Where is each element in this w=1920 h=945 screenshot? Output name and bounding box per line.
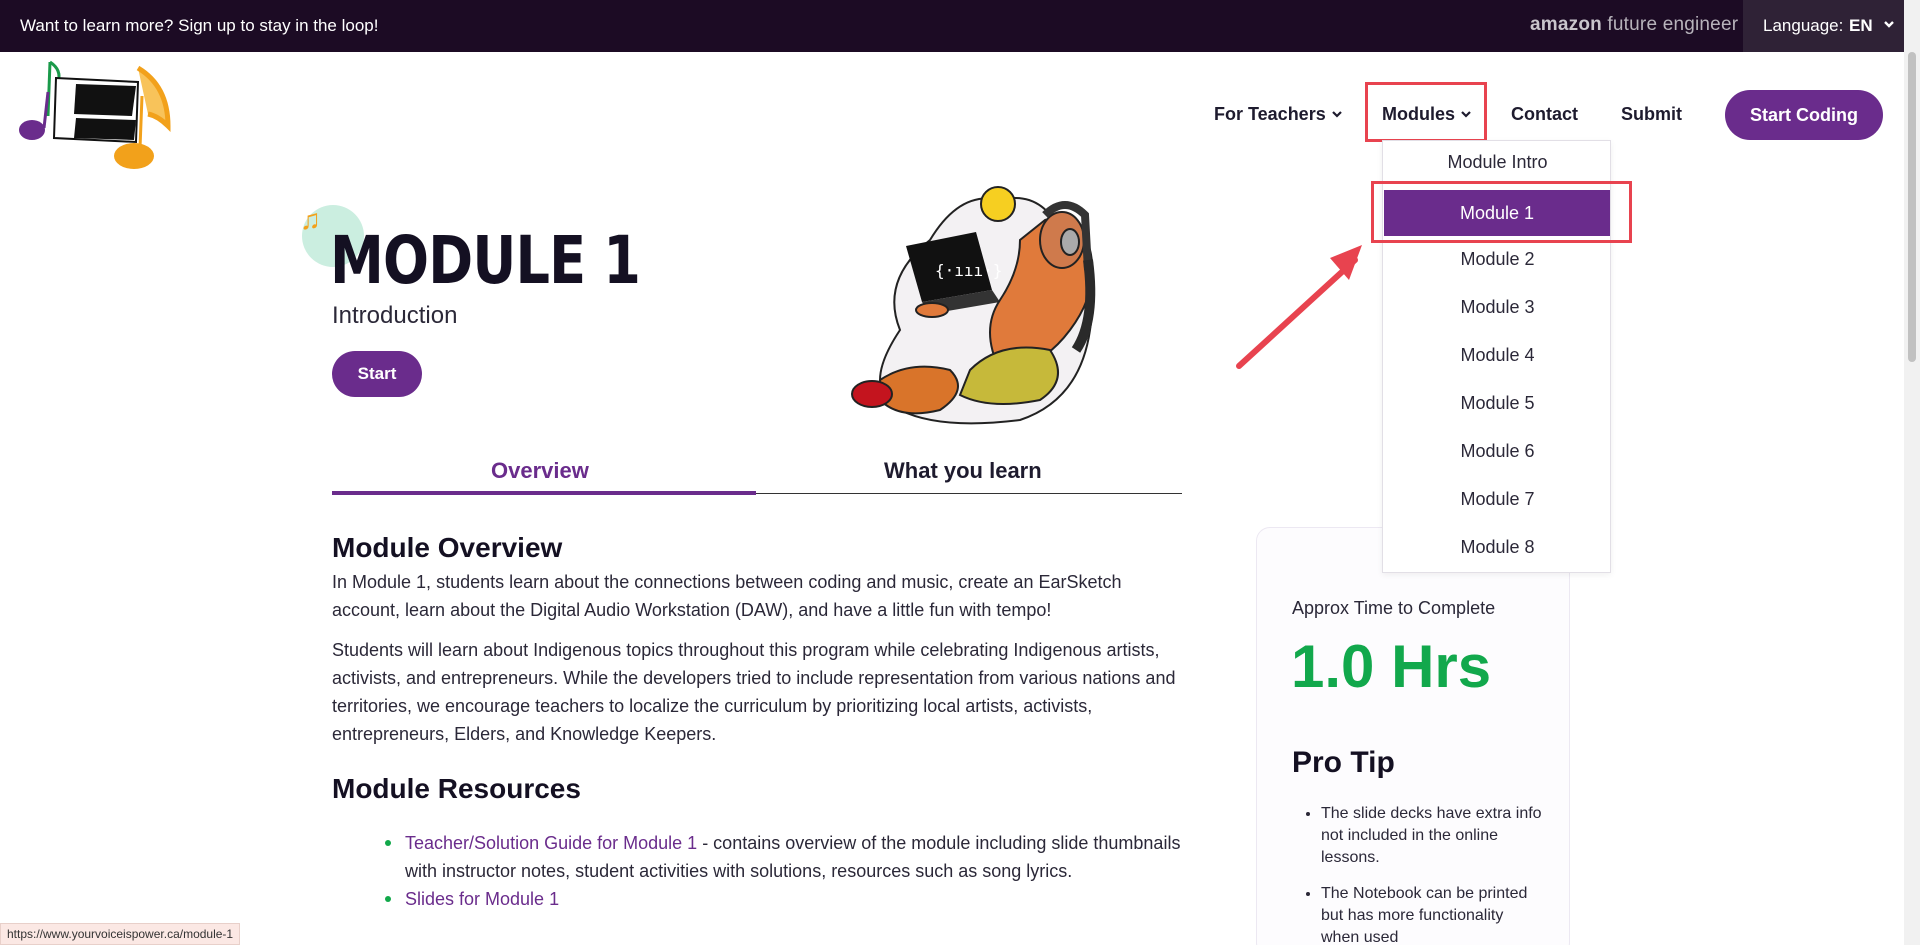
chevron-down-icon (1883, 14, 1895, 39)
dropdown-item-module-3[interactable]: Module 3 (1383, 297, 1612, 318)
page-title: MODULE 1 (330, 222, 641, 299)
resources-list: Teacher/Solution Guide for Module 1 - co… (385, 829, 1185, 913)
slides-link[interactable]: Slides for Module 1 (405, 889, 559, 909)
bullet-icon (385, 896, 391, 902)
start-button[interactable]: Start (332, 351, 422, 397)
module-overview-heading: Module Overview (332, 532, 563, 563)
dropdown-item-module-4[interactable]: Module 4 (1383, 345, 1612, 366)
dropdown-item-module-6[interactable]: Module 6 (1383, 441, 1612, 462)
status-bar-url: https://www.yourvoiceispower.ca/module-1 (0, 923, 241, 945)
nav-submit[interactable]: Submit (1621, 104, 1682, 125)
list-item: The Notebook can be printed but has more… (1321, 883, 1543, 945)
language-selector[interactable]: Language: EN (1743, 0, 1904, 52)
tab-active-indicator (332, 491, 756, 495)
page-subtitle: Introduction (332, 302, 458, 329)
module-1-highlight-box (1371, 181, 1632, 243)
language-value: EN (1849, 16, 1873, 35)
list-item: Slides for Module 1 (385, 885, 1185, 913)
bullet-icon (385, 840, 391, 846)
hero-illustration: {·ııı·} (840, 180, 1150, 430)
signup-promo-link[interactable]: Want to learn more? Sign up to stay in t… (20, 16, 378, 36)
dropdown-item-module-7[interactable]: Module 7 (1383, 489, 1612, 510)
start-coding-button[interactable]: Start Coding (1725, 90, 1883, 140)
tab-what-you-learn[interactable]: What you learn (884, 458, 1042, 484)
nav-for-teachers-label: For Teachers (1214, 104, 1326, 124)
svg-text:{·ııı·}: {·ııı·} (935, 261, 1002, 280)
music-note-icon: ♫ (300, 204, 321, 235)
dropdown-item-module-intro[interactable]: Module Intro (1383, 152, 1612, 173)
list-item: The slide decks have extra info not incl… (1321, 803, 1543, 869)
overview-paragraph-2: Students will learn about Indigenous top… (332, 640, 1176, 744)
dropdown-item-module-8[interactable]: Module 8 (1383, 537, 1612, 558)
pro-tip-list: The slide decks have extra info not incl… (1321, 803, 1543, 945)
time-value: 1.0 Hrs (1291, 633, 1492, 700)
module-resources-heading: Module Resources (332, 773, 581, 804)
dropdown-item-module-2[interactable]: Module 2 (1383, 249, 1612, 270)
modules-highlight-box (1365, 82, 1487, 142)
top-banner: Want to learn more? Sign up to stay in t… (0, 0, 1904, 52)
nav-contact[interactable]: Contact (1511, 104, 1578, 125)
nav-for-teachers[interactable]: For Teachers (1214, 104, 1343, 125)
pro-tip-heading: Pro Tip (1292, 746, 1395, 779)
tab-overview[interactable]: Overview (491, 458, 589, 484)
language-label: Language: (1763, 16, 1844, 35)
your-voice-is-power-logo[interactable] (18, 56, 188, 172)
scrollbar-thumb[interactable] (1908, 52, 1916, 362)
dropdown-item-module-5[interactable]: Module 5 (1383, 393, 1612, 414)
teacher-guide-link[interactable]: Teacher/Solution Guide for Module 1 (405, 833, 697, 853)
annotation-arrow-icon (1225, 236, 1375, 376)
module-info-card: Approx Time to Complete 1.0 Hrs Pro Tip … (1256, 527, 1570, 945)
overview-paragraph-1: In Module 1, students learn about the co… (332, 572, 1122, 620)
amazon-future-engineer-logo: amazon future engineer (1530, 14, 1739, 35)
chevron-down-icon (1331, 104, 1343, 124)
page-scrollbar[interactable] (1904, 0, 1920, 945)
time-label: Approx Time to Complete (1292, 598, 1496, 618)
list-item: Teacher/Solution Guide for Module 1 - co… (385, 829, 1185, 885)
